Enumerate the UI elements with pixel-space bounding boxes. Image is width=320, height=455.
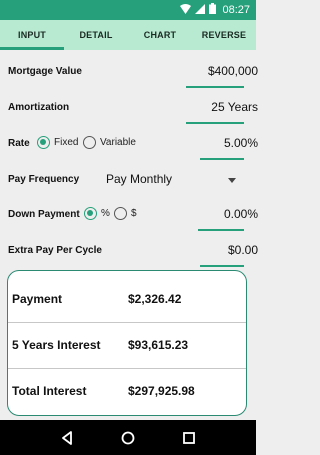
five-years-interest-label: 5 Years Interest: [12, 338, 101, 352]
mortgage-value-input[interactable]: $400,000: [208, 64, 258, 78]
status-icons: 08:27: [180, 3, 250, 17]
amortization-label: Amortization: [8, 102, 70, 113]
home-button[interactable]: [116, 426, 140, 450]
rate-fixed-label[interactable]: Fixed: [54, 137, 78, 148]
pay-frequency-row: Pay Frequency Pay Monthly: [8, 166, 248, 196]
total-interest-value: $297,925.98: [128, 384, 195, 398]
payment-value: $2,326.42: [128, 292, 182, 306]
home-icon: [121, 431, 135, 444]
total-interest-label: Total Interest: [12, 384, 87, 398]
down-payment-dollar-label[interactable]: $: [131, 208, 137, 219]
down-payment-input[interactable]: 0.00%: [224, 207, 258, 221]
amortization-input[interactable]: 25 Years: [211, 100, 258, 114]
tab-chart[interactable]: CHART: [128, 20, 192, 50]
status-bar: 08:27: [0, 0, 256, 20]
pay-frequency-selected: Pay Monthly: [106, 172, 173, 186]
chevron-down-icon: [228, 178, 236, 183]
tab-input[interactable]: INPUT: [0, 20, 64, 50]
rate-row: Rate Fixed Variable 5.00%: [8, 130, 258, 160]
down-payment-dollar-radio[interactable]: [114, 207, 127, 220]
recents-button[interactable]: [177, 426, 201, 450]
rate-fixed-radio[interactable]: [37, 136, 50, 149]
extra-pay-underline: [200, 265, 244, 267]
result-row-5-years-interest: 5 Years Interest $93,615.23: [8, 322, 246, 368]
extra-pay-row: Extra Pay Per Cycle $0.00: [8, 237, 258, 267]
pay-frequency-dropdown[interactable]: Pay Monthly: [106, 166, 236, 196]
amortization-underline: [186, 122, 244, 124]
five-years-interest-value: $93,615.23: [128, 338, 189, 352]
down-payment-percent-radio[interactable]: [84, 207, 97, 220]
extra-pay-input[interactable]: $0.00: [228, 243, 258, 257]
result-row-total-interest: Total Interest $297,925.98: [8, 368, 246, 414]
battery-icon: [209, 3, 217, 17]
tab-reverse[interactable]: REVERSE: [192, 20, 256, 50]
rate-input[interactable]: 5.00%: [224, 136, 258, 150]
results-card: Payment $2,326.42 5 Years Interest $93,6…: [7, 270, 247, 416]
mortgage-value-label: Mortgage Value: [8, 66, 82, 77]
pay-frequency-label: Pay Frequency: [8, 174, 80, 185]
down-payment-percent-label[interactable]: %: [101, 208, 110, 219]
down-payment-row: Down Payment % $ 0.00%: [8, 201, 258, 231]
mortgage-value-row: Mortgage Value $400,000: [8, 58, 258, 88]
mortgage-value-underline: [186, 86, 244, 88]
rate-variable-radio[interactable]: [83, 136, 96, 149]
down-payment-underline: [198, 229, 244, 231]
back-button[interactable]: [55, 426, 79, 450]
back-icon: [61, 430, 72, 445]
wifi-icon: [180, 3, 192, 17]
rate-label: Rate: [8, 138, 30, 149]
rate-underline: [200, 158, 244, 160]
down-payment-label: Down Payment: [8, 209, 80, 220]
rate-variable-label[interactable]: Variable: [100, 137, 136, 148]
recents-icon: [183, 431, 196, 444]
amortization-row: Amortization 25 Years: [8, 94, 258, 124]
tab-bar: INPUT DETAIL CHART REVERSE: [0, 20, 256, 50]
result-row-payment: Payment $2,326.42: [8, 276, 246, 322]
signal-icon: [195, 3, 206, 17]
navigation-bar: [0, 420, 256, 455]
extra-pay-label: Extra Pay Per Cycle: [8, 245, 102, 256]
tab-detail[interactable]: DETAIL: [64, 20, 128, 50]
status-time: 08:27: [222, 4, 250, 16]
payment-label: Payment: [12, 292, 63, 306]
